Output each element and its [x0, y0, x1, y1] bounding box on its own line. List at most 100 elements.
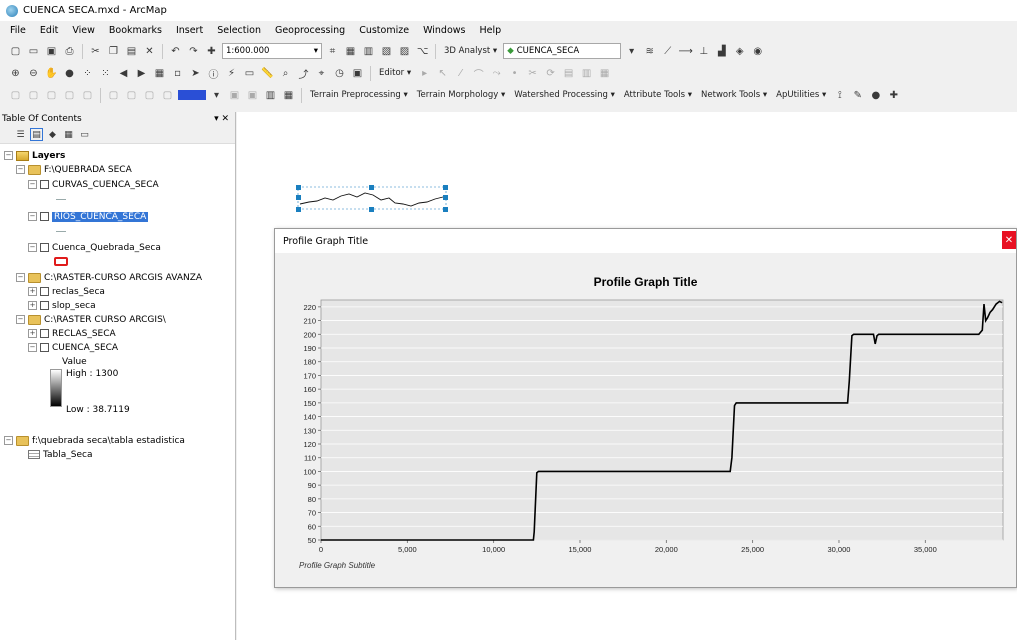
- draw-tool-icon[interactable]: ▢: [142, 88, 157, 103]
- expand-icon[interactable]: +: [28, 329, 37, 338]
- watershed-processing-menu[interactable]: Watershed Processing ▾: [511, 90, 618, 100]
- layout-tool-icon[interactable]: ▣: [245, 88, 260, 103]
- network-tools-menu[interactable]: Network Tools ▾: [698, 90, 770, 100]
- selection-handle[interactable]: [369, 207, 374, 212]
- python-icon[interactable]: ⌥: [415, 44, 430, 59]
- selection-handle[interactable]: [443, 185, 448, 190]
- split-tool-icon[interactable]: ✂: [525, 66, 540, 81]
- toc-layer-row[interactable]: − CUENCA_SECA: [28, 341, 118, 354]
- search-window-icon[interactable]: ▨: [397, 44, 412, 59]
- list-by-drawing-order-icon[interactable]: ☰: [14, 128, 27, 141]
- 3d-analyst-menu[interactable]: 3D Analyst ▾: [441, 46, 500, 56]
- editor-toolbar-icon[interactable]: ⌗: [325, 44, 340, 59]
- layer-visibility-checkbox[interactable]: [40, 301, 49, 310]
- profile-graph-icon[interactable]: ▟: [714, 44, 729, 59]
- layer-visibility-checkbox[interactable]: [40, 243, 49, 252]
- collapse-icon[interactable]: −: [16, 315, 25, 324]
- line-of-sight-icon[interactable]: ⟶: [678, 44, 693, 59]
- close-icon[interactable]: ✕: [1002, 231, 1016, 249]
- add-data-icon[interactable]: ✚: [204, 44, 219, 59]
- layer-visibility-checkbox[interactable]: [40, 329, 49, 338]
- toc-layer-row[interactable]: − Cuenca_Quebrada_Seca: [28, 241, 161, 254]
- toc-source-row[interactable]: − f:\quebrada seca\tabla estadistica: [4, 434, 185, 447]
- delete-icon[interactable]: ✕: [142, 44, 157, 59]
- viewer-window-icon[interactable]: ▣: [350, 66, 365, 81]
- find-icon[interactable]: ⌕: [278, 66, 293, 81]
- save-icon[interactable]: ▣: [44, 44, 59, 59]
- profile-graph-titlebar[interactable]: Profile Graph Title ✕: [275, 229, 1016, 253]
- edit-annotation-icon[interactable]: ↖: [435, 66, 450, 81]
- selection-handle[interactable]: [296, 185, 301, 190]
- new-document-icon[interactable]: ▢: [8, 44, 23, 59]
- html-popup-icon[interactable]: ▭: [242, 66, 257, 81]
- draw-tool-icon[interactable]: ▢: [124, 88, 139, 103]
- contour-icon[interactable]: ≋: [642, 44, 657, 59]
- toc-icon[interactable]: ▥: [361, 44, 376, 59]
- zoom-in-icon[interactable]: ⊕: [8, 66, 23, 81]
- layout-tool-icon[interactable]: ▥: [263, 88, 278, 103]
- menu-geoprocessing[interactable]: Geoprocessing: [273, 24, 347, 37]
- toc-root-row[interactable]: − Layers: [4, 149, 65, 162]
- draw-tool-icon[interactable]: ▢: [8, 88, 23, 103]
- expand-icon[interactable]: +: [28, 301, 37, 310]
- toc-layer-row[interactable]: − RIOS_CUENCA_SECA: [28, 210, 149, 223]
- terrain-morphology-menu[interactable]: Terrain Morphology ▾: [414, 90, 508, 100]
- toc-layer-row[interactable]: + slop_seca: [28, 299, 96, 312]
- straight-segment-icon[interactable]: ⁄: [453, 66, 468, 81]
- copy-icon[interactable]: ❐: [106, 44, 121, 59]
- pan-icon[interactable]: ✋: [44, 66, 59, 81]
- attributes-icon[interactable]: ▤: [561, 66, 576, 81]
- draw-tool-icon[interactable]: ▢: [26, 88, 41, 103]
- menu-insert[interactable]: Insert: [174, 24, 205, 37]
- draw-tool-icon[interactable]: ▢: [62, 88, 77, 103]
- rotate-tool-icon[interactable]: ⟳: [543, 66, 558, 81]
- selection-handle[interactable]: [296, 195, 301, 200]
- paste-icon[interactable]: ▤: [124, 44, 139, 59]
- collapse-icon[interactable]: −: [28, 243, 37, 252]
- list-by-visibility-icon[interactable]: ◆: [46, 128, 59, 141]
- collapse-icon[interactable]: −: [4, 151, 13, 160]
- map-scale-combobox[interactable]: 1:600.000 ▾: [222, 43, 322, 59]
- collapse-icon[interactable]: −: [4, 436, 13, 445]
- toc-source-row[interactable]: − C:\RASTER-CURSO ARCGIS AVANZA: [16, 271, 202, 284]
- steepest-path-icon[interactable]: ⟋: [660, 44, 675, 59]
- editor-menu[interactable]: Editor ▾: [376, 68, 414, 78]
- aputilities-menu[interactable]: ApUtilities ▾: [773, 90, 829, 100]
- selection-handle[interactable]: [296, 207, 301, 212]
- create-features-icon[interactable]: ▦: [597, 66, 612, 81]
- draw-tool-icon[interactable]: ▢: [44, 88, 59, 103]
- 3d-layer-combobox[interactable]: ◆ CUENCA_SECA: [503, 43, 622, 59]
- menu-help[interactable]: Help: [477, 24, 503, 37]
- arcglobe-icon[interactable]: ◉: [750, 44, 765, 59]
- draw-tool-icon[interactable]: ▢: [160, 88, 175, 103]
- chevron-down-icon[interactable]: ▾: [209, 88, 224, 103]
- draw-tool-icon[interactable]: ▢: [106, 88, 121, 103]
- sketch-properties-icon[interactable]: ▥: [579, 66, 594, 81]
- layer-visibility-checkbox[interactable]: [40, 180, 49, 189]
- redo-icon[interactable]: ↷: [186, 44, 201, 59]
- identify-icon[interactable]: ⓘ: [206, 66, 221, 81]
- selection-handle[interactable]: [443, 207, 448, 212]
- fixed-zoom-out-icon[interactable]: ⁙: [98, 66, 113, 81]
- hydro-tool-icon[interactable]: ✚: [886, 88, 901, 103]
- select-elements-icon[interactable]: ➤: [188, 66, 203, 81]
- time-slider-icon[interactable]: ◷: [332, 66, 347, 81]
- toc-layer-row[interactable]: − CURVAS_CUENCA_SECA: [28, 178, 159, 191]
- open-icon[interactable]: ▭: [26, 44, 41, 59]
- measure-icon[interactable]: 📏: [260, 66, 275, 81]
- undo-icon[interactable]: ↶: [168, 44, 183, 59]
- route-icon[interactable]: ⤴: [296, 66, 311, 81]
- forward-extent-icon[interactable]: ▶: [134, 66, 149, 81]
- goto-xy-icon[interactable]: ⌖: [314, 66, 329, 81]
- toc-table-row[interactable]: Tabla_Seca: [28, 448, 92, 461]
- trace-icon[interactable]: ⤳: [489, 66, 504, 81]
- layer-visibility-checkbox[interactable]: [40, 343, 49, 352]
- toc-layer-row[interactable]: + RECLAS_SECA: [28, 327, 116, 340]
- fill-color-swatch[interactable]: [178, 90, 206, 100]
- collapse-icon[interactable]: −: [16, 273, 25, 282]
- print-icon[interactable]: ⎙: [62, 44, 77, 59]
- point-icon[interactable]: •: [507, 66, 522, 81]
- attribute-tools-menu[interactable]: Attribute Tools ▾: [621, 90, 695, 100]
- cut-icon[interactable]: ✂: [88, 44, 103, 59]
- expand-icon[interactable]: +: [28, 287, 37, 296]
